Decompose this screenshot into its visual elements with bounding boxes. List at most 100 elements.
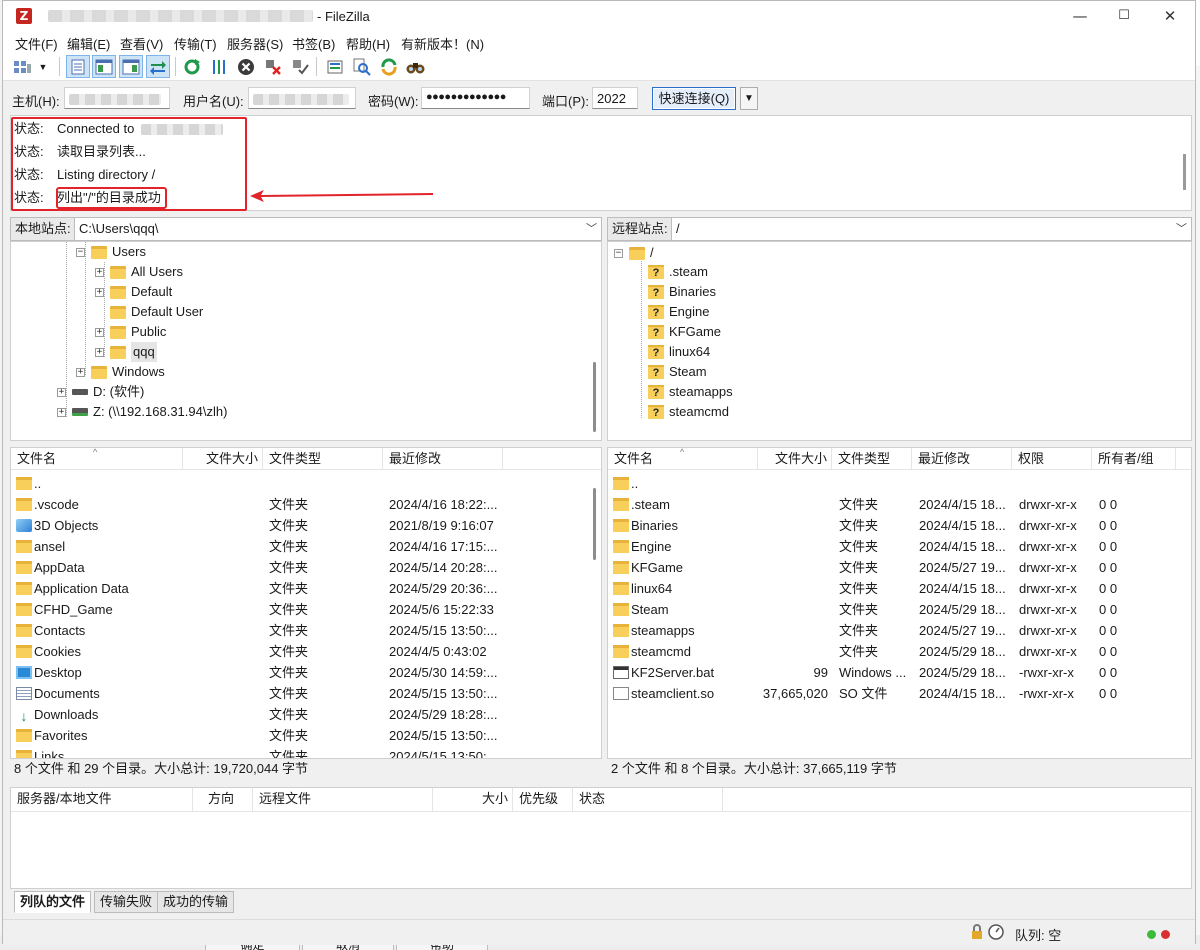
maximize-button[interactable]: ☐ <box>1101 1 1147 31</box>
column-header-size[interactable]: 文件大小 <box>183 448 263 470</box>
expand-icon[interactable]: + <box>95 327 104 337</box>
toggle-remote-tree-icon[interactable] <box>119 55 143 78</box>
table-row[interactable]: KF2Server.bat 99 Windows ... 2024/5/29 18..… <box>608 662 1191 683</box>
quickconnect-button[interactable]: 快速连接(Q) <box>652 87 736 110</box>
tree-node[interactable]: + Default <box>95 282 172 302</box>
tree-node[interactable]: ? linux64 <box>648 342 710 362</box>
table-row[interactable]: .steam 文件夹 2024/4/15 18... drwxr-xr-x 0 0 <box>608 494 1191 515</box>
menu-edit[interactable]: 编辑(E) <box>67 34 110 53</box>
column-header-size[interactable]: 大小 <box>433 788 513 812</box>
table-row[interactable]: Application Data 文件夹 2024/5/29 20:36:... <box>11 578 601 599</box>
password-input[interactable]: ●●●●●●●●●●●●● <box>421 87 530 109</box>
chevron-down-icon[interactable]: ﹀ <box>1176 218 1187 240</box>
menu-help[interactable]: 帮助(H) <box>346 34 390 53</box>
column-header-priority[interactable]: 优先级 <box>513 788 573 812</box>
tree-node[interactable]: ? Engine <box>648 302 709 322</box>
table-row[interactable]: CFHD_Game 文件夹 2024/5/6 15:22:33 <box>11 599 601 620</box>
close-button[interactable]: ✕ <box>1147 1 1193 31</box>
column-header-server-local-file[interactable]: 服务器/本地文件 <box>11 788 193 812</box>
port-input[interactable]: 2022 <box>592 87 638 109</box>
host-input[interactable] <box>64 87 170 109</box>
menu-transfer[interactable]: 传输(T) <box>174 34 217 53</box>
table-row[interactable]: Engine 文件夹 2024/4/15 18... drwxr-xr-x 0 0 <box>608 536 1191 557</box>
toggle-local-tree-icon[interactable] <box>92 55 116 78</box>
tree-node[interactable]: + Public <box>95 322 166 342</box>
site-manager-icon[interactable] <box>11 55 35 78</box>
disconnect-icon[interactable] <box>261 55 285 78</box>
tree-node[interactable]: + D: (软件) <box>57 382 144 402</box>
table-row[interactable]: Cookies 文件夹 2024/4/5 0:43:02 <box>11 641 601 662</box>
tree-node[interactable]: ? .steam <box>648 262 708 282</box>
table-row[interactable]: ↓ Downloads 文件夹 2024/5/29 18:28:... <box>11 704 601 725</box>
toggle-filter-icon[interactable] <box>350 55 374 78</box>
expand-icon[interactable]: + <box>57 407 66 417</box>
tree-node[interactable]: + Z: (\\192.168.31.94\zlh) <box>57 402 227 422</box>
process-queue-icon[interactable] <box>207 55 231 78</box>
local-path-combo[interactable]: C:\Users\qqq\ ﹀ <box>74 217 602 241</box>
toggle-transfer-queue-icon[interactable] <box>146 55 170 78</box>
reconnect-icon[interactable] <box>288 55 312 78</box>
expand-icon[interactable]: + <box>76 367 85 377</box>
menu-view[interactable]: 查看(V) <box>120 34 163 53</box>
table-row[interactable]: steamapps 文件夹 2024/5/27 19... drwxr-xr-x 0 0 <box>608 620 1191 641</box>
tree-node[interactable]: ? KFGame <box>648 322 721 342</box>
quickconnect-history-dropdown[interactable]: ▼ <box>740 87 758 110</box>
expand-icon[interactable]: + <box>95 267 104 277</box>
site-manager-dropdown-icon[interactable]: ▼ <box>36 55 50 78</box>
tab-successful-transfers[interactable]: 成功的传输 <box>157 891 235 913</box>
tree-node[interactable]: + All Users <box>95 262 183 282</box>
tree-node[interactable]: ? Binaries <box>648 282 716 302</box>
table-row[interactable]: Favorites 文件夹 2024/5/15 13:50:... <box>11 725 601 746</box>
column-header-filename[interactable]: 文件名 ^ <box>11 448 183 470</box>
tree-node-selected[interactable]: + qqq <box>95 342 157 362</box>
expand-icon[interactable]: + <box>57 387 66 397</box>
table-row[interactable]: 3D Objects 文件夹 2021/8/19 9:16:07 <box>11 515 601 536</box>
tree-node[interactable]: − / <box>614 243 654 263</box>
column-header-type[interactable]: 文件类型 <box>832 448 912 470</box>
tree-node[interactable]: ? steamcmd <box>648 402 729 422</box>
column-header-owner[interactable]: 所有者/组 <box>1092 448 1176 470</box>
chevron-down-icon[interactable]: ﹀ <box>586 218 597 240</box>
table-row[interactable]: .. <box>608 473 1191 494</box>
tree-node[interactable]: ? steamapps <box>648 382 733 402</box>
table-row[interactable]: linux64 文件夹 2024/4/15 18... drwxr-xr-x 0 0 <box>608 578 1191 599</box>
collapse-icon[interactable]: − <box>76 247 85 257</box>
menu-new-version[interactable]: 有新版本！(N) <box>401 34 484 53</box>
synchronized-browsing-icon[interactable] <box>377 55 401 78</box>
tree-node[interactable]: + Windows <box>76 362 165 382</box>
table-row[interactable]: Desktop 文件夹 2024/5/30 14:59:... <box>11 662 601 683</box>
expand-icon[interactable]: + <box>95 347 104 357</box>
column-header-size[interactable]: 文件大小 <box>758 448 832 470</box>
directory-filter-icon[interactable] <box>323 55 347 78</box>
column-header-filename[interactable]: 文件名 ^ <box>608 448 758 470</box>
toggle-message-log-icon[interactable] <box>66 55 90 78</box>
remote-path-combo[interactable]: / ﹀ <box>671 217 1192 241</box>
column-header-status[interactable]: 状态 <box>573 788 723 812</box>
cancel-operation-icon[interactable] <box>234 55 258 78</box>
tab-failed-transfers[interactable]: 传输失败 <box>94 891 159 913</box>
table-row[interactable]: Contacts 文件夹 2024/5/15 13:50:... <box>11 620 601 641</box>
table-row[interactable]: steamcmd 文件夹 2024/5/29 18... drwxr-xr-x 0 0 <box>608 641 1191 662</box>
username-input[interactable] <box>248 87 356 109</box>
menu-server[interactable]: 服务器(S) <box>227 34 283 53</box>
column-header-modified[interactable]: 最近修改 <box>912 448 1012 470</box>
local-tree-scrollbar[interactable] <box>593 362 596 432</box>
log-scrollbar[interactable] <box>1183 154 1186 190</box>
table-row[interactable]: KFGame 文件夹 2024/5/27 19... drwxr-xr-x 0 0 <box>608 557 1191 578</box>
table-row[interactable]: Steam 文件夹 2024/5/29 18... drwxr-xr-x 0 0 <box>608 599 1191 620</box>
table-row[interactable]: steamclient.so 37,665,020 SO 文件 2024/4/15 1… <box>608 683 1191 704</box>
column-header-permissions[interactable]: 权限 <box>1012 448 1092 470</box>
refresh-icon[interactable] <box>180 55 204 78</box>
local-list-scrollbar[interactable] <box>593 488 596 560</box>
tab-queued-files[interactable]: 列队的文件 <box>14 891 92 913</box>
menu-bookmarks[interactable]: 书签(B) <box>292 34 335 53</box>
table-row[interactable]: AppData 文件夹 2024/5/14 20:28:... <box>11 557 601 578</box>
column-header-remote-file[interactable]: 远程文件 <box>253 788 433 812</box>
expand-icon[interactable]: + <box>95 287 104 297</box>
column-header-modified[interactable]: 最近修改 <box>383 448 503 470</box>
table-row[interactable]: ansel 文件夹 2024/4/16 17:15:... <box>11 536 601 557</box>
minimize-button[interactable]: — <box>1057 1 1103 31</box>
tree-node[interactable]: ? Steam <box>648 362 707 382</box>
table-row[interactable]: .. <box>11 473 601 494</box>
table-row[interactable]: Links 文件夹 2024/5/15 13:50:... <box>11 746 601 758</box>
